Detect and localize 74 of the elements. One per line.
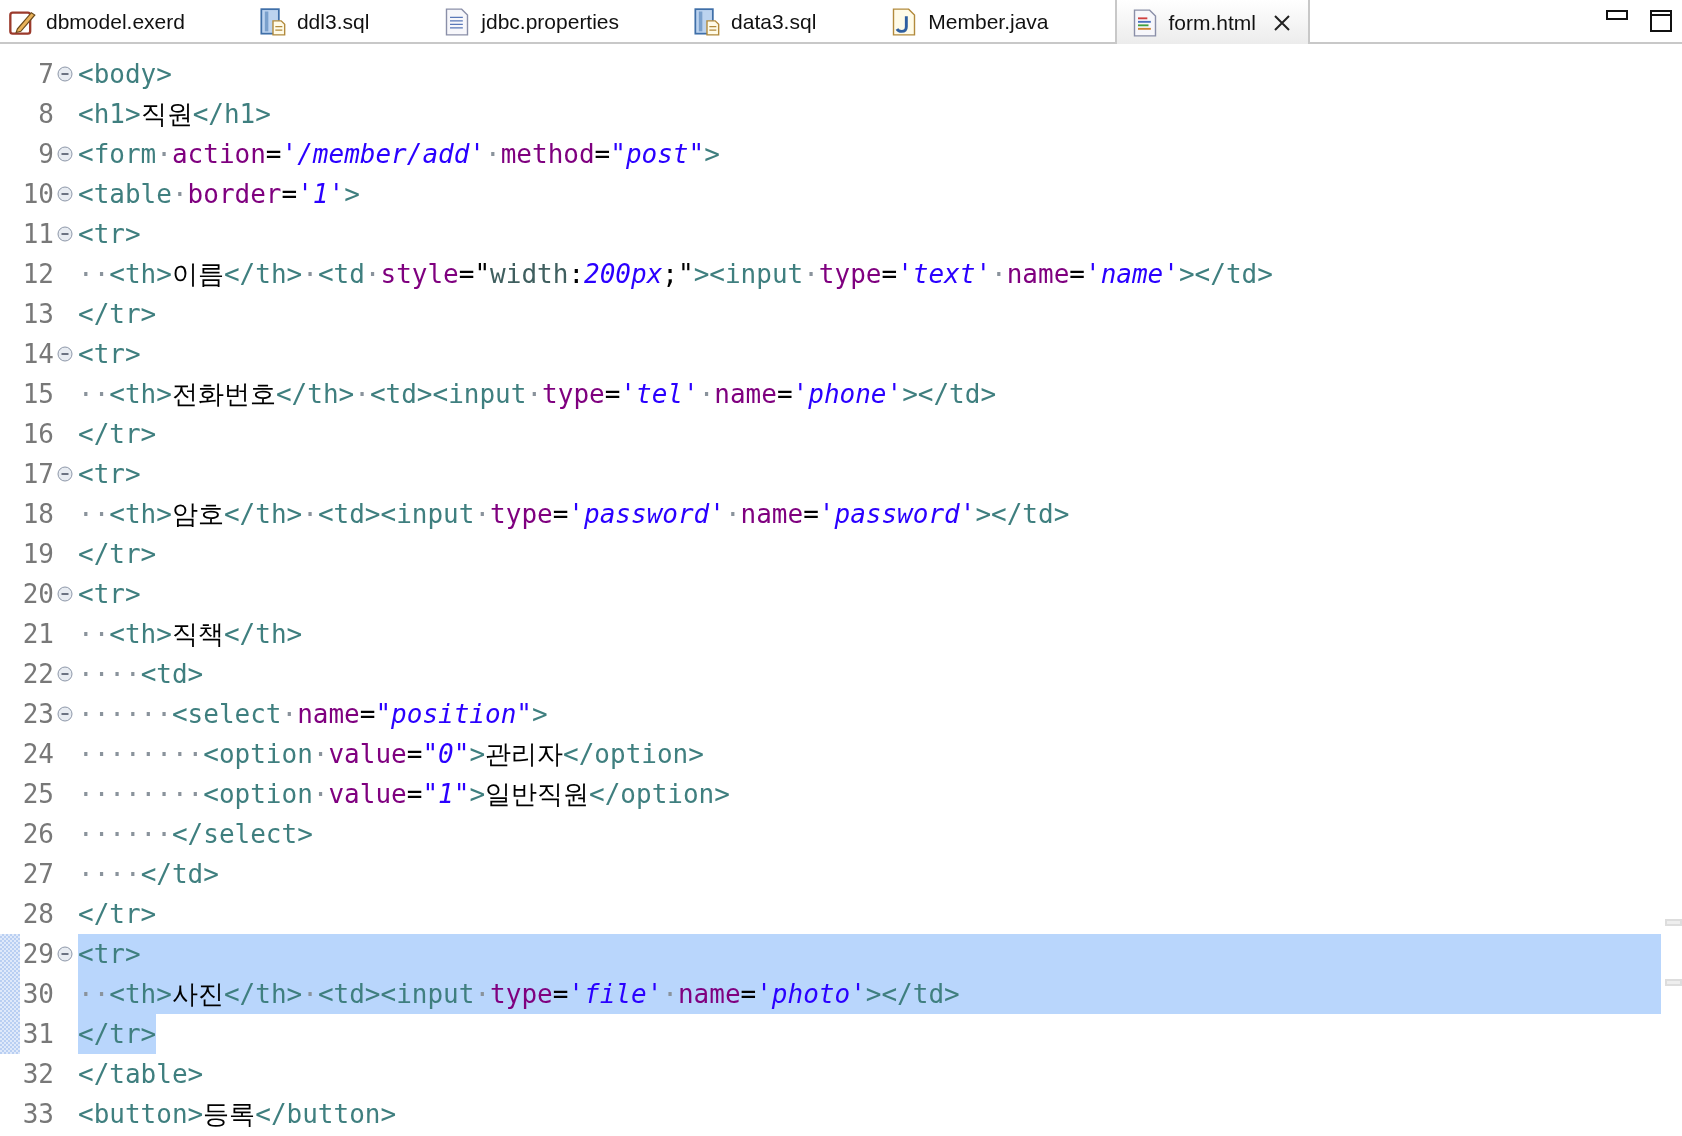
- line-number: 20: [21, 578, 54, 611]
- code-line: <tr>: [78, 458, 141, 491]
- code-line: ····</td>: [78, 858, 219, 891]
- line-number: 14: [21, 338, 54, 371]
- collapse-icon[interactable]: [57, 346, 73, 362]
- code-line: ······<select·name="position">: [78, 698, 548, 731]
- editor-tab[interactable]: Member.java: [882, 0, 1111, 42]
- line-number: 13: [21, 298, 54, 331]
- line-number: 27: [21, 858, 54, 891]
- line-number: 29: [21, 938, 54, 971]
- code-line: </table>: [78, 1058, 204, 1091]
- line-number: 10: [21, 178, 54, 211]
- code-line: <table·border='1'>: [78, 178, 360, 211]
- code-line: </tr>: [78, 418, 157, 451]
- book-document-icon: [693, 8, 722, 36]
- editor-tab[interactable]: dbmodel.exerd: [0, 0, 247, 42]
- line-number: 24: [21, 738, 54, 771]
- editor-tab[interactable]: jdbc.properties: [435, 0, 682, 42]
- code-line: <body>: [78, 58, 172, 91]
- close-icon[interactable]: [1272, 13, 1293, 33]
- collapse-icon[interactable]: [57, 66, 73, 82]
- code-line: ········<option·value="0">관리자</option>: [78, 738, 704, 771]
- maximize-icon[interactable]: [1650, 10, 1672, 32]
- code-line: <h1>직원</h1>: [78, 98, 271, 131]
- line-number: 15: [21, 378, 54, 411]
- line-number: 23: [21, 698, 54, 731]
- line-number: 28: [21, 898, 54, 931]
- code-line: ··<th>사진</th>·<td><input·type='file'·name='photo'></td>: [78, 978, 960, 1011]
- line-number: 9: [37, 138, 54, 171]
- collapse-icon[interactable]: [57, 706, 73, 722]
- code-line: <tr>: [78, 338, 141, 371]
- line-number: 12: [21, 258, 54, 291]
- book-document-icon: [258, 8, 287, 36]
- collapse-icon[interactable]: [57, 946, 73, 962]
- collapse-icon[interactable]: [57, 586, 73, 602]
- collapse-icon[interactable]: [57, 146, 73, 162]
- collapse-icon[interactable]: [57, 186, 73, 202]
- line-number: 26: [21, 818, 54, 851]
- line-number: 17: [21, 458, 54, 491]
- code-line: </tr>: [78, 898, 157, 931]
- code-line: <form·action='/member/add'·method="post">: [78, 138, 720, 171]
- collapse-icon[interactable]: [57, 666, 73, 682]
- editor-tab[interactable]: ddl3.sql: [250, 0, 432, 42]
- collapse-icon[interactable]: [57, 226, 73, 242]
- editor-tab[interactable]: form.html: [1114, 0, 1311, 44]
- line-number: 18: [21, 498, 54, 531]
- line-number: 8: [37, 98, 54, 131]
- line-number: 32: [21, 1058, 54, 1091]
- line-number: 21: [21, 618, 54, 651]
- line-number: 30: [21, 978, 54, 1011]
- code-line: ··<th>이름</th>·<td·style="width:200px;"><input·type='text'·name='name'></td>: [78, 258, 1273, 291]
- code-line: <tr>: [78, 578, 141, 611]
- line-number: 22: [21, 658, 54, 691]
- line-number: 11: [21, 218, 54, 251]
- code-line: ··<th>직책</th>: [78, 618, 303, 651]
- line-number: 33: [21, 1098, 54, 1131]
- code-line: <button>등록</button>: [78, 1098, 397, 1131]
- line-number: 16: [21, 418, 54, 451]
- line-number: 7: [37, 58, 54, 91]
- code-line: ··<th>암호</th>·<td><input·type='password'·name='password'></td>: [78, 498, 1070, 531]
- collapse-icon[interactable]: [57, 466, 73, 482]
- line-number: 25: [21, 778, 54, 811]
- code-line: </tr>: [78, 538, 157, 571]
- line-number: 31: [21, 1018, 54, 1051]
- code-line: <tr>: [78, 938, 141, 971]
- line-number: 19: [21, 538, 54, 571]
- code-line: ····<td>: [78, 658, 204, 691]
- code-line: <tr>: [78, 218, 141, 251]
- code-line: ······</select>: [78, 818, 313, 851]
- code-line: ··<th>전화번호</th>·<td><input·type='tel'·name='phone'></td>: [78, 378, 997, 411]
- editor-tab[interactable]: data3.sql: [685, 0, 879, 42]
- minimize-icon[interactable]: [1606, 10, 1628, 22]
- code-line: ········<option·value="1">일반직원</option>: [78, 778, 730, 811]
- code-line: </tr>: [78, 298, 157, 331]
